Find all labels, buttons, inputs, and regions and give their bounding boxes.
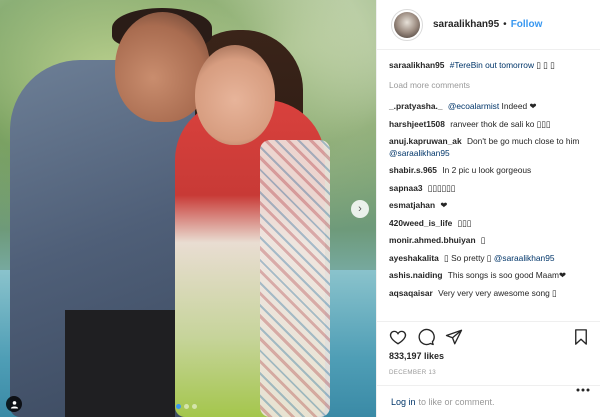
comment-text: ▯ [480, 235, 486, 245]
comment-text: This songs is soo good Maam❤ [447, 270, 566, 280]
comment-item: ayeshakalita ▯ So pretty ▯ @saraalikhan9… [389, 253, 590, 265]
comment-username[interactable]: anuj.kapruwan_ak [389, 136, 462, 146]
comment-username[interactable]: harshjeet1508 [389, 119, 445, 129]
carousel-dot [176, 404, 181, 409]
more-icon[interactable] [576, 388, 590, 392]
load-more-comments-button[interactable]: Load more comments [389, 80, 590, 92]
header-separator: • [503, 19, 507, 30]
comment-item: anuj.kapruwan_ak Don't be go much close … [389, 136, 590, 159]
comment-item: ashis.naiding This songs is soo good Maa… [389, 270, 590, 282]
instagram-post: › saraalikhan95 • Follow saraalikhan95 #… [0, 0, 600, 417]
comment-item: _.pratyasha._ @ecoalarmist Indeed ❤ [389, 101, 590, 113]
user-tag-icon [10, 400, 18, 409]
comment-mention[interactable]: @saraalikhan95 [389, 148, 450, 158]
login-prompt: Log in to like or comment. [377, 385, 600, 417]
caption-emoji: ▯ ▯ ▯ [536, 60, 555, 70]
carousel-indicator [176, 404, 197, 409]
comment-item: 420weed_is_life ▯▯▯ [389, 218, 590, 230]
comment-text: ranveer thok de sali ko ▯▯▯ [450, 118, 551, 129]
likes-count[interactable]: 833,197 likes [377, 351, 600, 365]
photo-woman-face [195, 45, 275, 145]
carousel-dot [192, 404, 197, 409]
caption-username[interactable]: saraalikhan95 [389, 60, 444, 70]
comment-item: shabir.s.965 In 2 pic u look gorgeous [389, 165, 590, 177]
comment-username[interactable]: _.pratyasha._ [389, 101, 443, 111]
avatar[interactable] [391, 8, 423, 41]
comment-mention[interactable]: @saraalikhan95 [494, 253, 555, 263]
user-tag-button[interactable] [6, 396, 22, 412]
post-header: saraalikhan95 • Follow [377, 0, 600, 50]
bookmark-icon[interactable] [572, 328, 590, 346]
comment-item: esmatjahan ❤ [389, 200, 590, 212]
comment-text: ▯▯▯ [457, 217, 472, 228]
comment-text: Don't be go much close to him [466, 136, 580, 146]
follow-button[interactable]: Follow [511, 19, 543, 30]
caption: saraalikhan95 #TereBin out tomorrow ▯ ▯ … [389, 60, 590, 72]
comment-text: ❤ [440, 200, 448, 210]
header-username[interactable]: saraalikhan95 [433, 19, 499, 30]
comment-text: Very very very awesome song ▯ [438, 287, 557, 298]
carousel-next-button[interactable]: › [351, 200, 369, 218]
comment-username[interactable]: aqsaqaisar [389, 288, 433, 298]
comment-item: harshjeet1508 ranveer thok de sali ko ▯▯… [389, 119, 590, 131]
comment-username[interactable]: ayeshakalita [389, 253, 439, 263]
login-link[interactable]: Log in [391, 397, 416, 407]
comment-username[interactable]: esmatjahan [389, 200, 435, 210]
comment-username[interactable]: shabir.s.965 [389, 165, 437, 175]
comment-username[interactable]: ashis.naiding [389, 270, 443, 280]
comment-item: monir.ahmed.bhuiyan ▯ [389, 235, 590, 247]
post-side-panel: saraalikhan95 • Follow saraalikhan95 #Te… [376, 0, 600, 417]
comment-item: sapnaa3 ▯▯▯▯▯▯ [389, 183, 590, 195]
comment-text: ▯▯▯▯▯▯ [427, 182, 456, 193]
comment-mention[interactable]: @ecoalarmist [448, 101, 499, 111]
photo-man-pants [65, 310, 175, 417]
comment-text: ▯ So pretty ▯ [444, 252, 492, 263]
post-actions-bar [377, 321, 600, 351]
post-photo[interactable]: › [0, 0, 376, 417]
comment-username[interactable]: sapnaa3 [389, 183, 423, 193]
comment-text: Indeed ❤ [501, 101, 537, 111]
comments-section: saraalikhan95 #TereBin out tomorrow ▯ ▯ … [377, 50, 600, 321]
photo-saree [260, 140, 330, 417]
share-icon[interactable] [445, 328, 463, 346]
comment-text: In 2 pic u look gorgeous [442, 165, 532, 175]
comment-item: aqsaqaisar Very very very awesome song ▯ [389, 288, 590, 300]
comment-icon[interactable] [417, 328, 435, 346]
caption-text[interactable]: #TereBin out tomorrow [450, 60, 534, 70]
comment-username[interactable]: monir.ahmed.bhuiyan [389, 235, 476, 245]
post-date: DECEMBER 13 [389, 369, 436, 376]
comment-username[interactable]: 420weed_is_life [389, 218, 452, 228]
login-prompt-text: to like or comment. [418, 396, 495, 407]
carousel-dot [184, 404, 189, 409]
heart-icon[interactable] [389, 328, 407, 346]
chevron-right-icon: › [358, 203, 362, 215]
